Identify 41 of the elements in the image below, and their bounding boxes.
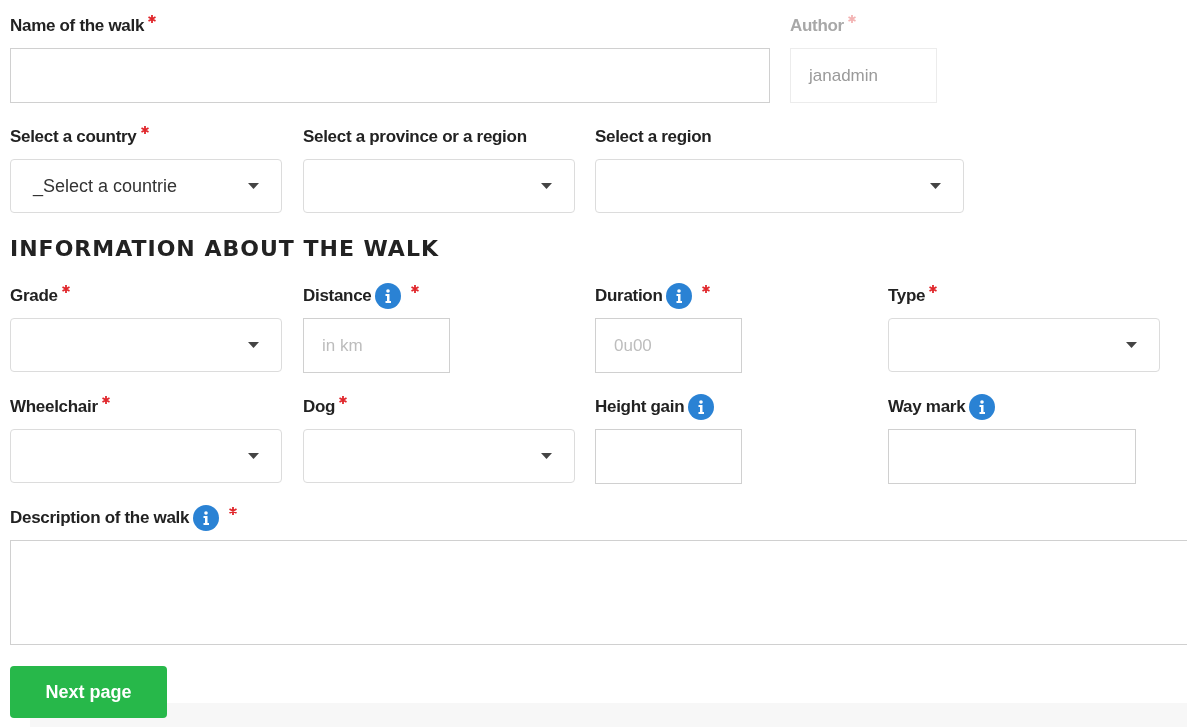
info-icon[interactable] <box>666 283 693 309</box>
input-field[interactable] <box>595 429 742 484</box>
field-label: Description of the walk <box>10 508 190 528</box>
dropdown[interactable] <box>303 429 575 483</box>
info-icon[interactable] <box>193 505 220 531</box>
caret-icon <box>248 183 259 189</box>
info-icon[interactable] <box>375 283 402 309</box>
caret-icon <box>248 342 259 348</box>
caret-icon <box>930 183 941 189</box>
field-label: Grade <box>10 286 58 306</box>
dropdown[interactable] <box>303 159 575 213</box>
field-label: Height gain <box>595 397 685 417</box>
input-field[interactable]: 0u00 <box>595 318 742 373</box>
field-label: Dog <box>303 397 336 417</box>
info-icon[interactable] <box>969 394 996 420</box>
field-label: Duration <box>595 286 663 306</box>
dropdown[interactable] <box>595 159 964 213</box>
dropdown[interactable] <box>10 318 282 372</box>
field-label: Select a region <box>595 127 712 147</box>
section-heading: INFORMATION ABOUT THE WALK <box>10 236 440 262</box>
field-label: Way mark <box>888 397 966 417</box>
dropdown[interactable]: _Select a countrie <box>10 159 282 213</box>
field-label: Select a country <box>10 127 137 147</box>
field-label: Author <box>790 16 844 36</box>
dropdown[interactable] <box>10 429 282 483</box>
field-label: Select a province or a region <box>303 127 527 147</box>
next-page-button[interactable]: Next page <box>10 666 167 718</box>
info-icon[interactable] <box>688 394 715 420</box>
field-label: Name of the walk <box>10 16 145 36</box>
caret-icon <box>541 183 552 189</box>
caret-icon <box>541 453 552 459</box>
input-field[interactable] <box>888 429 1136 484</box>
input-field[interactable]: in km <box>303 318 450 373</box>
caret-icon <box>248 453 259 459</box>
input-field[interactable] <box>10 48 770 103</box>
textarea-field[interactable] <box>10 540 1187 645</box>
field-label: Distance <box>303 286 372 306</box>
field-label: Wheelchair <box>10 397 98 417</box>
field-label: Type <box>888 286 926 306</box>
caret-icon <box>1126 342 1137 348</box>
dropdown[interactable] <box>888 318 1160 372</box>
